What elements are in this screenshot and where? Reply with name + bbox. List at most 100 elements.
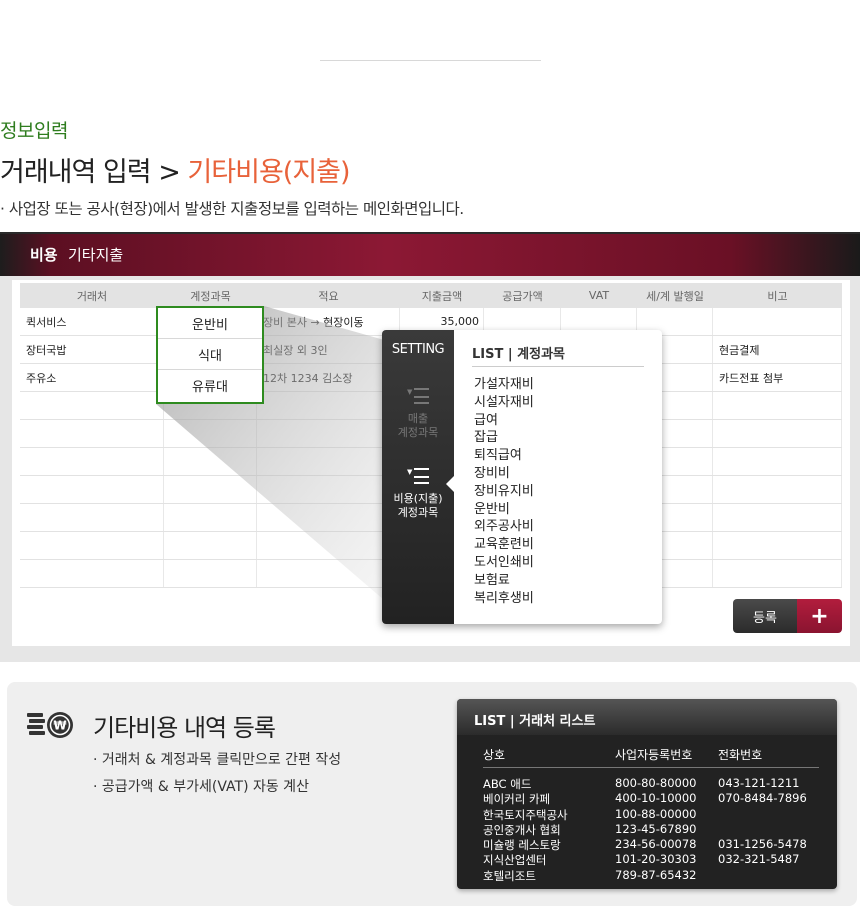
vendor-row[interactable]: 베이커리 카페 400-10-10000 070-8484-7896: [483, 791, 819, 806]
table-cell[interactable]: [164, 532, 257, 559]
vendor-cell: 공인중개사 협회: [483, 822, 561, 837]
vendor-cell: 미슐랭 레스토랑: [483, 838, 561, 853]
account-cell[interactable]: 유류대: [158, 370, 262, 401]
vendor-cell: ABC 애드: [483, 777, 532, 791]
vendor-row[interactable]: 호텔리조트 789-87-65432: [483, 868, 819, 883]
title-prefix: 거래내역 입력 >: [0, 157, 181, 188]
table-cell[interactable]: 최실장 외 3인: [257, 336, 400, 363]
account-list-item[interactable]: 장비유지비: [474, 483, 534, 501]
vendor-cell: 031-1256-5478: [718, 837, 807, 852]
feature-section: ₩ 기타비용 내역 등록 · 거래처 & 계정과목 클릭만으로 간편 작성 · …: [7, 682, 857, 906]
table-cell[interactable]: [20, 448, 164, 475]
account-selection-box[interactable]: 운반비 식대 유류대: [156, 306, 264, 404]
vendor-row[interactable]: ABC 애드 800-80-80000 043-121-1211: [483, 776, 819, 791]
vendor-col-regno: 사업자등록번호: [615, 748, 693, 762]
account-list-item[interactable]: 복리후생비: [474, 590, 534, 608]
vendor-cell: 070-8484-7896: [718, 791, 807, 806]
table-cell[interactable]: [713, 532, 842, 559]
table-cell[interactable]: [164, 448, 257, 475]
account-cell[interactable]: 운반비: [158, 308, 262, 339]
table-cell[interactable]: [20, 532, 164, 559]
side-item-line2: 계정과목: [397, 506, 439, 519]
table-cell[interactable]: [713, 420, 842, 447]
table-cell[interactable]: 현금결제: [713, 336, 842, 363]
table-cell[interactable]: [20, 420, 164, 447]
column-header: VAT: [588, 289, 610, 302]
side-item-expense-account[interactable]: ▼ 비용(지출) 계정과목: [382, 468, 454, 520]
table-cell[interactable]: [257, 392, 400, 419]
account-list-item[interactable]: 교육훈련비: [474, 536, 534, 554]
vendor-row[interactable]: 지식산업센터 101-20-30303 032-321-5487: [483, 852, 819, 867]
title-accent: 기타비용(지출): [187, 157, 350, 188]
plus-icon: +: [797, 599, 842, 633]
table-cell[interactable]: [713, 504, 842, 531]
vendor-cell: 지식산업센터: [483, 853, 547, 868]
table-cell[interactable]: 12차 1234 김소장: [257, 364, 400, 391]
table-cell[interactable]: [164, 504, 257, 531]
vendor-row[interactable]: 공인중개사 협회 123-45-67890: [483, 822, 819, 837]
account-list-item[interactable]: 시설자재비: [474, 394, 534, 412]
table-cell[interactable]: 장터국밥: [20, 336, 164, 363]
vendor-col-phone: 전화번호: [718, 748, 763, 762]
vendor-cell: 한국토지주택공사: [483, 807, 568, 822]
table-cell[interactable]: [20, 392, 164, 419]
table-cell[interactable]: [713, 560, 842, 587]
account-list-item[interactable]: 장비비: [474, 465, 534, 483]
table-cell[interactable]: [257, 476, 400, 503]
account-list-item[interactable]: 보험료: [474, 572, 534, 590]
page-title: 거래내역 입력 > 기타비용(지출): [0, 150, 351, 189]
column-header: 공급가액: [502, 289, 543, 303]
popup-divider: [472, 366, 644, 367]
table-cell[interactable]: 퀵서비스: [20, 308, 164, 335]
table-cell[interactable]: [20, 504, 164, 531]
account-list-item[interactable]: 잡급: [474, 429, 534, 447]
vendor-cell: 234-56-00078: [615, 837, 697, 852]
vendor-col-name: 상호: [483, 748, 506, 762]
table-cell[interactable]: [257, 420, 400, 447]
table-cell[interactable]: [257, 560, 400, 587]
vendor-cell: 100-88-00000: [615, 806, 697, 821]
table-cell[interactable]: [164, 476, 257, 503]
table-cell[interactable]: 주유소: [20, 364, 164, 391]
account-list-item[interactable]: 운반비: [474, 501, 534, 519]
vendor-cell: 베이커리 카페: [483, 792, 551, 807]
menu-list-icon: ▼: [407, 468, 429, 486]
vendor-rows: ABC 애드 800-80-80000 043-121-1211 베이커리 카페 400…: [483, 776, 819, 883]
feature-item: · 공급가액 & 부가세(VAT) 자동 계산: [93, 779, 309, 795]
account-list-item[interactable]: 가설자재비: [474, 376, 534, 394]
table-cell[interactable]: [257, 532, 400, 559]
table-cell[interactable]: [20, 476, 164, 503]
header-bold: 비용: [30, 246, 58, 264]
table-cell[interactable]: [20, 560, 164, 587]
grid-header: 거래처 계정과목 적요 지출금액 공급가액 VAT 세/계 발행일 비고: [20, 283, 842, 308]
account-list-item[interactable]: 급여: [474, 412, 534, 430]
feature-item: · 거래처 & 계정과목 클릭만으로 간편 작성: [93, 752, 342, 768]
table-cell[interactable]: 카드전표 첨부: [713, 364, 842, 391]
vendor-row[interactable]: 미슐랭 레스토랑 234-56-00078 031-1256-5478: [483, 837, 819, 852]
column-header: 세/계 발행일: [646, 289, 704, 303]
table-cell[interactable]: [713, 392, 842, 419]
account-popup: SETTING ▼ 매출 계정과목 ▼ 비용(지출) 계정과목 LIST | 계…: [382, 330, 662, 624]
account-list: 가설자재비 시설자재비 급여 잡급 퇴직급여 장비비 장비유지비 운반비 외주공사비 교육훈련비 도…: [474, 376, 534, 607]
vendor-cell: 032-321-5487: [718, 852, 800, 867]
account-cell[interactable]: 식대: [158, 339, 262, 370]
table-cell[interactable]: [713, 476, 842, 503]
account-list-item[interactable]: 도서인쇄비: [474, 554, 534, 572]
table-cell[interactable]: [713, 308, 842, 335]
vendor-cell: 789-87-65432: [615, 867, 697, 882]
page-description: · 사업장 또는 공사(현장)에서 발생한 지출정보를 입력하는 메인화면입니다…: [0, 200, 464, 218]
side-item-sales-account[interactable]: ▼ 매출 계정과목: [382, 388, 454, 440]
table-cell[interactable]: [257, 448, 400, 475]
table-cell[interactable]: 장비 본사 → 현장이동: [257, 308, 400, 335]
table-cell[interactable]: [713, 448, 842, 475]
vendor-row[interactable]: 한국토지주택공사 100-88-00000: [483, 807, 819, 822]
column-header: 적요: [318, 289, 339, 303]
table-cell[interactable]: [257, 504, 400, 531]
column-header: 비고: [767, 289, 788, 303]
table-cell[interactable]: [164, 560, 257, 587]
header-text: 기타지출: [68, 246, 124, 264]
account-list-item[interactable]: 퇴직급여: [474, 447, 534, 465]
account-list-item[interactable]: 외주공사비: [474, 518, 534, 536]
register-button[interactable]: 등록 +: [733, 599, 842, 633]
table-cell[interactable]: [164, 420, 257, 447]
